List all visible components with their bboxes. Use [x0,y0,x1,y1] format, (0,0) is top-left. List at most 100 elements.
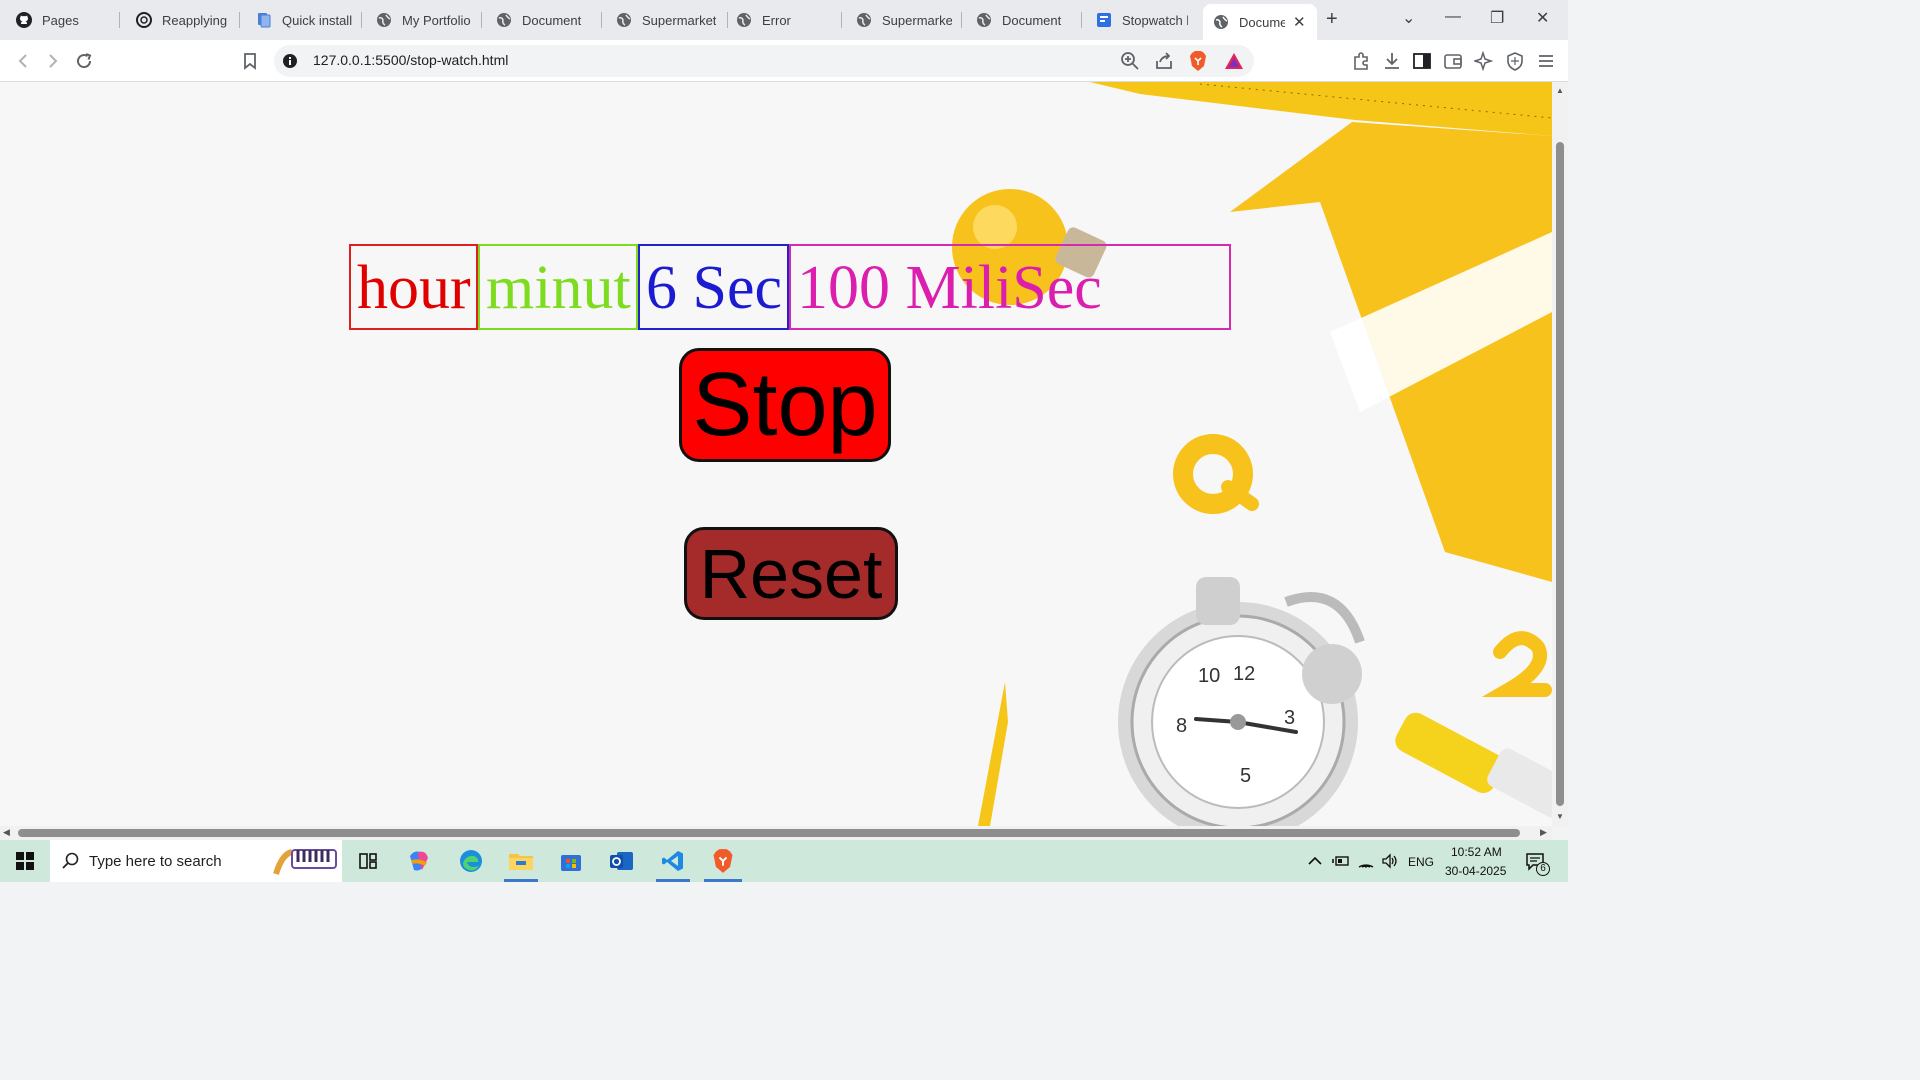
tab-pages[interactable]: Pages [6,4,120,36]
openai-icon [136,12,152,28]
globe-icon [736,12,752,28]
sidebar-icon[interactable] [1411,50,1433,72]
notification-count-badge: 6 [1536,862,1550,876]
outlook-icon[interactable] [602,840,642,882]
close-tab-icon[interactable]: ✕ [1293,13,1306,31]
microsoft-store-icon[interactable] [552,840,590,882]
svg-text:3: 3 [1284,707,1295,729]
tab-label: Error [762,12,791,28]
page-viewport: 12 3 5 8 10 hour minut 6 Sec 100 MiliSec… [0,82,1552,826]
tab-search-chevron-icon[interactable]: ⌄ [1402,8,1415,28]
search-icon [62,852,80,875]
tab-quick-install[interactable]: Quick install [246,4,362,36]
share-icon[interactable] [1154,51,1174,76]
reload-icon[interactable] [73,50,95,72]
tab-supermarket-1[interactable]: Supermarket [606,4,728,36]
tab-document-2[interactable]: Document [966,4,1082,36]
globe-icon [496,12,512,28]
search-highlight-icon [272,844,338,883]
tab-document-1[interactable]: Document [486,4,602,36]
tab-my-portfolio[interactable]: My Portfolio [366,4,482,36]
globe-icon [976,12,992,28]
globe-icon [376,12,392,28]
reset-button[interactable]: Reset [684,527,898,620]
tab-reapplying[interactable]: Reapplying f [126,4,240,36]
horizontal-scroll-thumb[interactable] [18,829,1520,837]
tab-error[interactable]: Error [726,4,842,36]
svg-text:8: 8 [1176,715,1187,737]
brave-browser-icon[interactable] [700,840,746,882]
github-icon [16,12,32,28]
vertical-scroll-thumb[interactable] [1556,142,1564,806]
leo-ai-icon[interactable] [1473,50,1495,72]
file-explorer-icon[interactable] [500,840,542,882]
edge-icon[interactable] [452,840,490,882]
vscode-icon[interactable] [652,840,694,882]
task-view-icon[interactable] [352,840,384,882]
tab-label: My Portfolio [402,12,471,28]
tab-label: Supermarket [642,12,717,28]
menu-icon[interactable] [1535,50,1557,72]
clock-time[interactable]: 10:52 AM [1451,845,1502,859]
tab-label: Docume [1239,14,1285,30]
vertical-scrollbar[interactable]: ▲ ▼ [1552,82,1568,826]
volume-icon[interactable] [1379,840,1401,882]
tab-label: Stopwatch b [1122,12,1188,28]
horizontal-scrollbar[interactable]: ◀ ▶ [0,826,1552,840]
second-display: 6 Sec [638,244,789,330]
windows-icon [16,852,34,870]
language-indicator[interactable]: ENG [1408,855,1434,869]
tab-stopwatch[interactable]: Stopwatch b [1086,4,1198,36]
tab-label: Document [522,12,582,28]
scroll-right-icon[interactable]: ▶ [1540,827,1547,838]
tab-supermarket-2[interactable]: Supermarket [846,4,962,36]
battery-icon[interactable] [1330,840,1352,882]
vpn-shield-icon[interactable] [1504,50,1526,72]
copilot-icon[interactable] [400,840,438,882]
notifications-icon[interactable]: 6 [1520,840,1550,882]
svg-text:5: 5 [1240,765,1251,787]
wallet-icon[interactable] [1442,50,1464,72]
svg-text:10: 10 [1198,665,1220,687]
start-button[interactable] [0,840,50,882]
tab-label: Supermarket [882,12,952,28]
new-tab-icon[interactable]: + [1326,8,1338,30]
scroll-left-icon[interactable]: ◀ [3,827,10,838]
brave-rewards-icon[interactable] [1224,51,1244,76]
wifi-icon[interactable] [1355,840,1377,882]
bookmark-icon[interactable] [239,50,261,72]
tab-strip: Pages Reapplying f Quick install My Port… [0,0,1568,40]
forms-icon [1096,12,1112,28]
browser-toolbar: 127.0.0.1:5500/stop-watch.html [0,40,1568,82]
brave-shields-icon[interactable] [1188,50,1208,77]
back-icon[interactable] [12,50,34,72]
tab-label: Document [1002,12,1062,28]
search-placeholder: Type here to search [89,852,222,870]
extensions-icon[interactable] [1350,50,1372,72]
ruler-decoration [1090,82,1552,136]
clock-date[interactable]: 30-04-2025 [1445,864,1506,878]
address-bar[interactable]: 127.0.0.1:5500/stop-watch.html [274,45,1254,77]
minimize-icon[interactable]: — [1445,8,1461,26]
restore-icon[interactable]: ❐ [1490,8,1504,28]
minute-display: minut [478,244,638,330]
forward-icon[interactable] [42,50,64,72]
url-text: 127.0.0.1:5500/stop-watch.html [313,52,509,68]
alarm-clock-decoration: 12 3 5 8 10 [1118,577,1365,826]
scroll-up-icon[interactable]: ▲ [1556,86,1564,95]
stop-button[interactable]: Stop [679,348,891,462]
taskbar-search[interactable]: Type here to search [50,840,342,882]
doc-icon [256,12,272,28]
globe-icon [856,12,872,28]
scroll-down-icon[interactable]: ▼ [1556,812,1564,821]
taskbar: Type here to search ENG 10:52 AM 30-04-2… [0,840,1568,882]
zoom-icon[interactable] [1120,51,1140,76]
tab-document-active[interactable]: Docume ✕ [1203,4,1317,40]
millisecond-display: 100 MiliSec [789,244,1231,330]
hour-display: hour [349,244,478,330]
globe-icon [616,12,632,28]
close-window-icon[interactable]: ✕ [1536,8,1549,28]
tray-chevron-icon[interactable] [1306,840,1324,882]
downloads-icon[interactable] [1381,50,1403,72]
site-info-icon[interactable] [282,53,298,74]
